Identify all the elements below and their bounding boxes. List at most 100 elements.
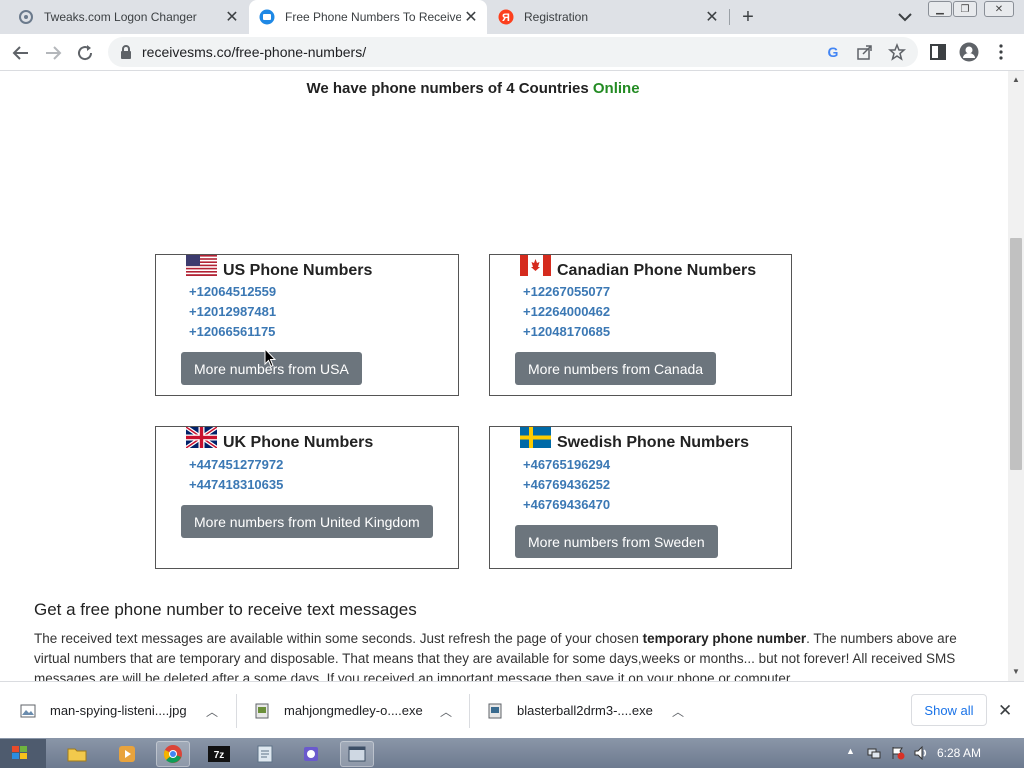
phone-number-link[interactable]: +447451277972 bbox=[189, 457, 283, 472]
info-paragraph: The received text messages are available… bbox=[34, 629, 974, 681]
paragraph-bold-text: temporary phone number bbox=[642, 631, 807, 646]
card-title: UK Phone Numbers bbox=[223, 434, 374, 451]
close-window-button[interactable]: ✕ bbox=[984, 1, 1014, 17]
chevron-up-icon[interactable]: ︿ bbox=[440, 703, 452, 720]
reload-icon[interactable] bbox=[72, 40, 98, 66]
tray-expand-icon[interactable]: ▲ bbox=[846, 746, 860, 760]
tweaks-favicon-icon bbox=[19, 10, 33, 24]
phone-number-link[interactable]: +12066561175 bbox=[189, 324, 275, 339]
card-title: Canadian Phone Numbers bbox=[557, 262, 757, 279]
countries-banner: We have phone numbers of 4 Countries Onl… bbox=[0, 80, 946, 97]
more-numbers-canada-button[interactable]: More numbers from Canada bbox=[515, 352, 717, 385]
profile-avatar-icon[interactable] bbox=[959, 42, 979, 62]
download-bar: man-spying-listeni....jpg ︿ mahjongmedle… bbox=[0, 681, 1024, 738]
tab-close-icon[interactable]: ✕ bbox=[702, 7, 722, 27]
side-panel-icon[interactable] bbox=[929, 43, 947, 61]
scroll-up-arrow-icon[interactable]: ▲ bbox=[1011, 75, 1021, 85]
svg-text:G: G bbox=[828, 44, 839, 60]
online-status: Online bbox=[592, 80, 640, 97]
page-content: We have phone numbers of 4 Countries Onl… bbox=[0, 71, 1008, 681]
download-item[interactable]: mahjongmedley-o....exe bbox=[254, 682, 423, 739]
more-numbers-sweden-button[interactable]: More numbers from Sweden bbox=[515, 525, 718, 558]
phone-number-link[interactable]: +12048170685 bbox=[523, 324, 610, 339]
phone-number-link[interactable]: +12012987481 bbox=[189, 304, 276, 319]
receivesms-favicon-icon bbox=[259, 9, 275, 25]
taskbar-app-icon[interactable] bbox=[294, 741, 328, 767]
start-button-icon[interactable] bbox=[0, 739, 46, 768]
taskbar-window-icon[interactable] bbox=[340, 741, 374, 767]
back-icon[interactable] bbox=[8, 40, 34, 66]
close-download-bar-icon[interactable]: ✕ bbox=[998, 701, 1012, 721]
download-filename: man-spying-listeni....jpg bbox=[50, 703, 187, 718]
country-card-uk: UK Phone Numbers +447451277972 +44741831… bbox=[155, 426, 459, 569]
tab-separator bbox=[729, 9, 730, 25]
canada-flag-icon bbox=[520, 255, 551, 276]
countries-text: We have phone numbers of 4 Countries bbox=[306, 80, 589, 97]
more-menu-icon[interactable] bbox=[996, 43, 1006, 61]
country-card-sweden: Swedish Phone Numbers +46765196294 +4676… bbox=[489, 426, 792, 569]
phone-number-link[interactable]: +12064512559 bbox=[189, 284, 276, 299]
more-numbers-uk-button[interactable]: More numbers from United Kingdom bbox=[181, 505, 433, 538]
exe-file-icon bbox=[488, 703, 502, 718]
download-filename: blasterball2drm3-....exe bbox=[517, 703, 653, 718]
bookmark-star-icon[interactable] bbox=[888, 43, 906, 61]
restore-window-button[interactable]: ❐ bbox=[953, 1, 977, 17]
action-center-flag-icon[interactable] bbox=[891, 746, 905, 760]
taskbar-media-player-icon[interactable] bbox=[110, 741, 144, 767]
scrollbar-thumb[interactable] bbox=[1010, 238, 1022, 470]
address-bar[interactable]: receivesms.co/free-phone-numbers/ G bbox=[108, 37, 918, 67]
tab-close-icon[interactable]: ✕ bbox=[222, 7, 242, 27]
google-translate-icon[interactable]: G bbox=[824, 43, 842, 61]
show-all-downloads-button[interactable]: Show all bbox=[911, 694, 987, 726]
download-filename: mahjongmedley-o....exe bbox=[284, 703, 423, 718]
tab-title: Free Phone Numbers To Receive bbox=[285, 10, 461, 24]
exe-file-icon bbox=[255, 703, 269, 718]
phone-number-link[interactable]: +46765196294 bbox=[523, 457, 610, 472]
url-text: receivesms.co/free-phone-numbers/ bbox=[142, 44, 367, 60]
minimize-window-button[interactable]: ▁ bbox=[928, 1, 952, 17]
phone-number-link[interactable]: +46769436252 bbox=[523, 477, 610, 492]
tab-tweaks[interactable]: Tweaks.com Logon Changer ✕ bbox=[0, 0, 248, 34]
tab-strip: Tweaks.com Logon Changer ✕ Free Phone Nu… bbox=[0, 0, 1024, 34]
card-title: US Phone Numbers bbox=[223, 262, 373, 279]
forward-icon[interactable] bbox=[40, 40, 66, 66]
mouse-cursor-icon bbox=[264, 348, 276, 368]
tab-search-chevron-icon[interactable] bbox=[895, 8, 915, 26]
taskbar-7zip-icon[interactable]: 7z bbox=[202, 741, 236, 767]
phone-number-link[interactable]: +447418310635 bbox=[189, 477, 283, 492]
taskbar-chrome-icon[interactable] bbox=[156, 741, 190, 767]
card-title: Swedish Phone Numbers bbox=[557, 434, 750, 451]
scroll-down-arrow-icon[interactable]: ▼ bbox=[1011, 667, 1021, 677]
new-tab-icon[interactable]: + bbox=[736, 5, 760, 29]
share-icon[interactable] bbox=[856, 43, 874, 61]
network-icon[interactable] bbox=[867, 746, 881, 760]
sweden-flag-icon bbox=[520, 427, 551, 448]
lock-icon[interactable] bbox=[120, 45, 132, 59]
download-item[interactable]: blasterball2drm3-....exe bbox=[487, 682, 653, 739]
taskbar-clock[interactable]: 6:28 AM bbox=[937, 746, 981, 760]
tab-title: Registration bbox=[524, 10, 589, 24]
svg-text:Я: Я bbox=[502, 12, 510, 24]
yandex-favicon-icon: Я bbox=[498, 9, 514, 25]
uk-flag-icon bbox=[186, 427, 217, 448]
phone-number-link[interactable]: +12264000462 bbox=[523, 304, 610, 319]
us-flag-icon bbox=[186, 255, 217, 276]
image-file-icon bbox=[20, 704, 36, 717]
phone-number-link[interactable]: +12267055077 bbox=[523, 284, 610, 299]
section-heading: Get a free phone number to receive text … bbox=[34, 600, 417, 619]
tab-title: Tweaks.com Logon Changer bbox=[44, 10, 197, 24]
chevron-up-icon[interactable]: ︿ bbox=[672, 703, 684, 720]
country-card-canada: Canadian Phone Numbers +12267055077 +122… bbox=[489, 254, 792, 396]
paragraph-text: The received text messages are available… bbox=[34, 631, 643, 646]
tab-close-icon[interactable]: ✕ bbox=[461, 7, 481, 27]
svg-text:7z: 7z bbox=[214, 750, 225, 761]
tab-registration[interactable]: Я Registration ✕ bbox=[488, 0, 728, 34]
taskbar-notepad-icon[interactable] bbox=[248, 741, 282, 767]
phone-number-link[interactable]: +46769436470 bbox=[523, 497, 610, 512]
browser-toolbar: receivesms.co/free-phone-numbers/ G bbox=[0, 34, 1024, 71]
taskbar-explorer-icon[interactable] bbox=[60, 741, 94, 767]
tab-free-phone-numbers[interactable]: Free Phone Numbers To Receive ✕ bbox=[249, 0, 487, 34]
chevron-up-icon[interactable]: ︿ bbox=[206, 703, 218, 720]
volume-icon[interactable] bbox=[914, 746, 928, 760]
download-item[interactable]: man-spying-listeni....jpg bbox=[20, 682, 187, 739]
